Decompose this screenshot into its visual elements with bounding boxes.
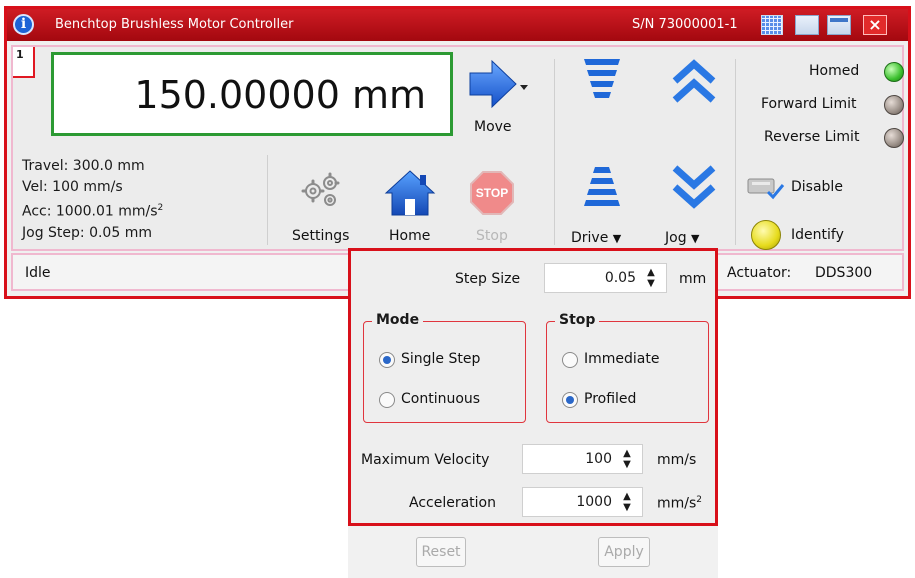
homed-label: Homed <box>809 63 860 79</box>
serial-number: S/N 73000001-1 <box>632 17 738 32</box>
drive-dropdown[interactable]: Drive ▼ <box>571 230 621 246</box>
close-button[interactable]: × <box>863 15 887 35</box>
actuator-value: DDS300 <box>815 265 873 281</box>
svg-text:STOP: STOP <box>476 186 508 200</box>
reset-button[interactable]: Reset <box>416 537 466 567</box>
reverse-limit-label: Reverse Limit <box>764 129 860 145</box>
forward-limit-label: Forward Limit <box>761 96 857 112</box>
mode-continuous-label[interactable]: Continuous <box>401 391 480 407</box>
actuator-label: Actuator: <box>727 265 792 281</box>
minimize-button[interactable] <box>795 15 819 35</box>
max-velocity-input[interactable]: 100 ▲ ▼ <box>522 444 643 474</box>
forward-limit-led <box>884 95 904 115</box>
jog-step-text: Jog Step: 0.05 mm <box>22 224 152 241</box>
stop-title: Stop <box>555 312 600 328</box>
jog-down-icon[interactable] <box>671 163 717 209</box>
position-display: 150.00000 mm <box>51 52 453 136</box>
stop-label: Stop <box>476 228 508 244</box>
position-value: 150.00000 mm <box>134 73 426 117</box>
acceleration-text: Acc: 1000.01 mm/s2 <box>22 203 164 220</box>
separator <box>267 155 268 245</box>
acceleration-unit: mm/s2 <box>657 495 703 512</box>
step-size-label: Step Size <box>455 271 521 287</box>
motor-info: Travel: 300.0 mm Vel: 100 mm/s Acc: 1000… <box>22 156 163 244</box>
spin-arrows-icon[interactable]: ▲ ▼ <box>620 491 634 513</box>
popup-footer: Reset Apply <box>348 523 718 578</box>
jog-up-icon[interactable] <box>671 59 717 105</box>
control-panel: 1 150.00000 mm Move Travel: 300.0 mm Vel… <box>11 45 904 251</box>
stop-immediate-label[interactable]: Immediate <box>584 351 659 367</box>
separator <box>735 59 736 245</box>
homed-led <box>884 62 904 82</box>
move-arrow-icon[interactable] <box>468 59 528 109</box>
mode-continuous-radio[interactable] <box>379 392 395 408</box>
identify-label[interactable]: Identify <box>791 227 844 243</box>
move-label[interactable]: Move <box>474 119 512 135</box>
disable-motor-icon[interactable] <box>746 175 786 201</box>
keypad-icon[interactable] <box>761 15 783 35</box>
drive-forward-icon[interactable] <box>582 57 622 103</box>
step-size-unit: mm <box>679 271 707 287</box>
home-label[interactable]: Home <box>389 228 430 244</box>
jog-settings-popup: Step Size 0.05 ▲ ▼ mm Mode Single Step Co… <box>348 248 718 578</box>
gears-icon[interactable] <box>299 171 343 209</box>
max-velocity-unit: mm/s <box>657 452 697 468</box>
step-size-input[interactable]: 0.05 ▲ ▼ <box>544 263 667 293</box>
reverse-limit-led <box>884 128 904 148</box>
settings-label[interactable]: Settings <box>292 228 349 244</box>
travel-text: Travel: 300.0 mm <box>22 158 145 174</box>
separator <box>554 59 555 245</box>
velocity-text: Vel: 100 mm/s <box>22 179 123 195</box>
acceleration-label: Acceleration <box>409 495 496 511</box>
drive-reverse-icon[interactable] <box>582 163 622 209</box>
max-velocity-label: Maximum Velocity <box>361 452 490 468</box>
disable-label[interactable]: Disable <box>791 179 843 195</box>
info-icon[interactable]: i <box>13 14 34 35</box>
maximize-button[interactable] <box>827 15 851 35</box>
jog-dropdown[interactable]: Jog ▼ <box>665 230 700 246</box>
stop-profiled-radio[interactable] <box>562 392 578 408</box>
apply-button[interactable]: Apply <box>598 537 650 567</box>
mode-single-step-label[interactable]: Single Step <box>401 351 480 367</box>
stop-sign-icon: STOP <box>470 171 514 215</box>
home-icon[interactable] <box>384 169 436 217</box>
spin-arrows-icon[interactable]: ▲ ▼ <box>620 448 634 470</box>
title-bar: i Benchtop Brushless Motor Controller S/… <box>7 9 908 41</box>
channel-number: 1 <box>13 47 35 78</box>
status-text: Idle <box>25 265 51 281</box>
acceleration-input[interactable]: 1000 ▲ ▼ <box>522 487 643 517</box>
stop-profiled-label[interactable]: Profiled <box>584 391 636 407</box>
mode-title: Mode <box>372 312 424 328</box>
stop-immediate-radio[interactable] <box>562 352 578 368</box>
window-title: Benchtop Brushless Motor Controller <box>55 17 294 32</box>
spin-arrows-icon[interactable]: ▲ ▼ <box>644 267 658 289</box>
mode-single-step-radio[interactable] <box>379 352 395 368</box>
identify-led-icon[interactable] <box>751 220 781 250</box>
